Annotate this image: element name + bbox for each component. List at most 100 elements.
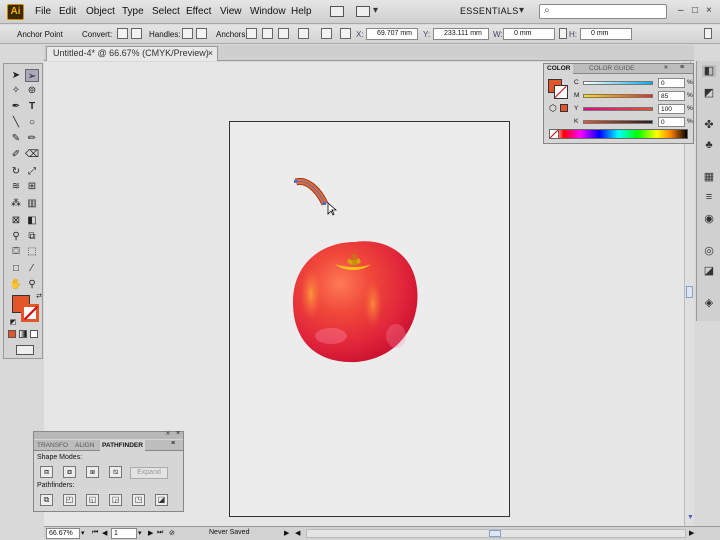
artboard-number-field[interactable]: 1: [111, 528, 137, 539]
constrain-link-icon[interactable]: [559, 28, 567, 39]
stroke-icon[interactable]: ≡: [702, 191, 716, 203]
layers-icon[interactable]: ◈: [702, 297, 716, 309]
panel-header[interactable]: » ×: [34, 430, 183, 439]
next-artboard-icon[interactable]: ▶: [148, 529, 153, 537]
tab-color[interactable]: COLOR: [544, 64, 574, 74]
connect-anchor-icon[interactable]: [262, 28, 273, 39]
bridge-icon[interactable]: [330, 6, 344, 17]
blend-tool-icon[interactable]: ⧉: [25, 230, 39, 243]
workspace-chevron-icon[interactable]: ▾: [519, 5, 524, 16]
eraser-tool-icon[interactable]: ⌫: [25, 148, 39, 161]
gradient-tool-icon[interactable]: ◧: [25, 214, 39, 227]
live-paint-selection-tool-icon[interactable]: ⬚: [25, 245, 39, 258]
scroll-left-icon[interactable]: ◀: [295, 529, 300, 537]
vertical-scroll-thumb[interactable]: [686, 286, 693, 298]
selection-tool-icon[interactable]: ➤: [9, 69, 23, 82]
menu-window[interactable]: Window: [250, 6, 286, 17]
h-field[interactable]: 0 mm: [580, 28, 632, 40]
scroll-down-icon[interactable]: ▼: [687, 514, 694, 521]
zoom-dropdown-icon[interactable]: ▾: [81, 529, 85, 537]
merge-icon[interactable]: ◱: [86, 494, 99, 506]
slider-value[interactable]: 85: [658, 91, 685, 101]
panel-collapse-icon[interactable]: »: [664, 64, 668, 71]
cut-path-icon[interactable]: [278, 28, 289, 39]
tab-align[interactable]: ALIGN: [73, 440, 97, 451]
transform-icon[interactable]: [340, 28, 351, 39]
menu-help[interactable]: Help: [291, 6, 312, 17]
w-field[interactable]: 0 mm: [503, 28, 555, 40]
panel-close-icon[interactable]: ×: [176, 430, 180, 437]
lasso-tool-icon[interactable]: ⊚: [25, 84, 39, 97]
zoom-field[interactable]: 66.67%: [46, 528, 80, 539]
tab-pathfinder[interactable]: PATHFINDER: [100, 440, 145, 451]
transparency-icon[interactable]: ◪: [702, 265, 716, 277]
stroke-color-box[interactable]: [21, 304, 39, 322]
type-tool-icon[interactable]: T: [25, 100, 39, 113]
eyedropper-tool-icon[interactable]: ⚲: [9, 230, 23, 243]
none-swatch[interactable]: [549, 129, 559, 139]
chevron-down-icon[interactable]: ▾: [373, 5, 378, 16]
slider-value[interactable]: 100: [658, 104, 685, 114]
close-icon[interactable]: ×: [706, 5, 712, 16]
menu-effect[interactable]: Effect: [186, 6, 211, 17]
color-mode-icon[interactable]: [8, 330, 16, 338]
crop-icon[interactable]: ◲: [109, 494, 122, 506]
symbols-icon[interactable]: ♣: [702, 139, 716, 151]
isolate-object-icon[interactable]: [298, 28, 309, 39]
blob-brush-tool-icon[interactable]: ✐: [9, 148, 23, 161]
divide-icon[interactable]: ⧉: [40, 494, 53, 506]
graphic-styles-icon[interactable]: ◎: [702, 245, 716, 257]
minimize-icon[interactable]: –: [678, 5, 684, 16]
brushes-icon[interactable]: ✤: [702, 119, 716, 131]
pencil-tool-icon[interactable]: ✏: [25, 132, 39, 145]
first-artboard-icon[interactable]: ⏮: [92, 529, 98, 537]
artboard-dropdown-icon[interactable]: ▾: [138, 529, 142, 537]
hand-tool-icon[interactable]: ✋: [9, 278, 23, 291]
expand-button[interactable]: Expand: [130, 467, 168, 479]
rotate-tool-icon[interactable]: ↻: [9, 165, 23, 178]
scale-tool-icon[interactable]: ⤢: [25, 165, 39, 178]
panel-collapse-icon[interactable]: »: [166, 430, 170, 437]
exclude-icon[interactable]: ⧅: [109, 466, 122, 478]
last-artboard-icon[interactable]: ⏭: [157, 529, 163, 537]
convert-smooth-icon[interactable]: [131, 28, 142, 39]
color-spectrum[interactable]: [549, 129, 688, 139]
color-guide-icon[interactable]: ◩: [702, 87, 716, 99]
status-menu-icon[interactable]: ⊘: [169, 529, 175, 537]
control-bar-menu-icon[interactable]: [704, 28, 712, 39]
line-tool-icon[interactable]: ╲: [9, 116, 23, 129]
slider-value[interactable]: 0: [658, 78, 685, 88]
menu-type[interactable]: Type: [122, 6, 144, 17]
convert-corner-icon[interactable]: [117, 28, 128, 39]
unite-icon[interactable]: ⧈: [40, 466, 53, 478]
artboard-tool-icon[interactable]: □: [9, 262, 23, 275]
hide-handles-icon[interactable]: [196, 28, 207, 39]
pen-tool-icon[interactable]: ✒: [9, 100, 23, 113]
symbol-sprayer-tool-icon[interactable]: ⁂: [9, 197, 23, 210]
panel-menu-icon[interactable]: ≡: [171, 440, 175, 447]
paintbrush-tool-icon[interactable]: ✎: [9, 132, 23, 145]
horizontal-scroll-thumb[interactable]: [489, 530, 501, 537]
document-tab[interactable]: Untitled-4* @ 66.67% (CMYK/Preview) ×: [46, 46, 218, 61]
appearance-icon[interactable]: ◉: [702, 213, 716, 225]
slider-value[interactable]: 0: [658, 117, 685, 127]
tab-transform[interactable]: TRANSFO: [35, 440, 70, 451]
status-arrow-icon[interactable]: ▶: [284, 529, 289, 537]
minus-back-icon[interactable]: ◪: [155, 494, 168, 506]
intersect-icon[interactable]: ⧆: [86, 466, 99, 478]
outline-icon[interactable]: ◳: [132, 494, 145, 506]
gradient-mode-icon[interactable]: [19, 330, 27, 338]
apple-artwork[interactable]: [291, 236, 421, 366]
align-icon[interactable]: [321, 28, 332, 39]
slider-track[interactable]: [583, 81, 653, 85]
menu-view[interactable]: View: [220, 6, 242, 17]
tab-color-guide[interactable]: COLOR GUIDE: [586, 64, 638, 74]
mesh-tool-icon[interactable]: ⊠: [9, 214, 23, 227]
menu-object[interactable]: Object: [86, 6, 115, 17]
help-search-input[interactable]: ⌕: [539, 4, 667, 19]
last-color-swatch[interactable]: [560, 104, 568, 112]
screen-mode-icon[interactable]: [16, 345, 34, 355]
workspace-switcher[interactable]: ESSENTIALS: [460, 6, 519, 16]
stem-path[interactable]: [293, 177, 337, 217]
horizontal-scrollbar[interactable]: [306, 529, 686, 538]
